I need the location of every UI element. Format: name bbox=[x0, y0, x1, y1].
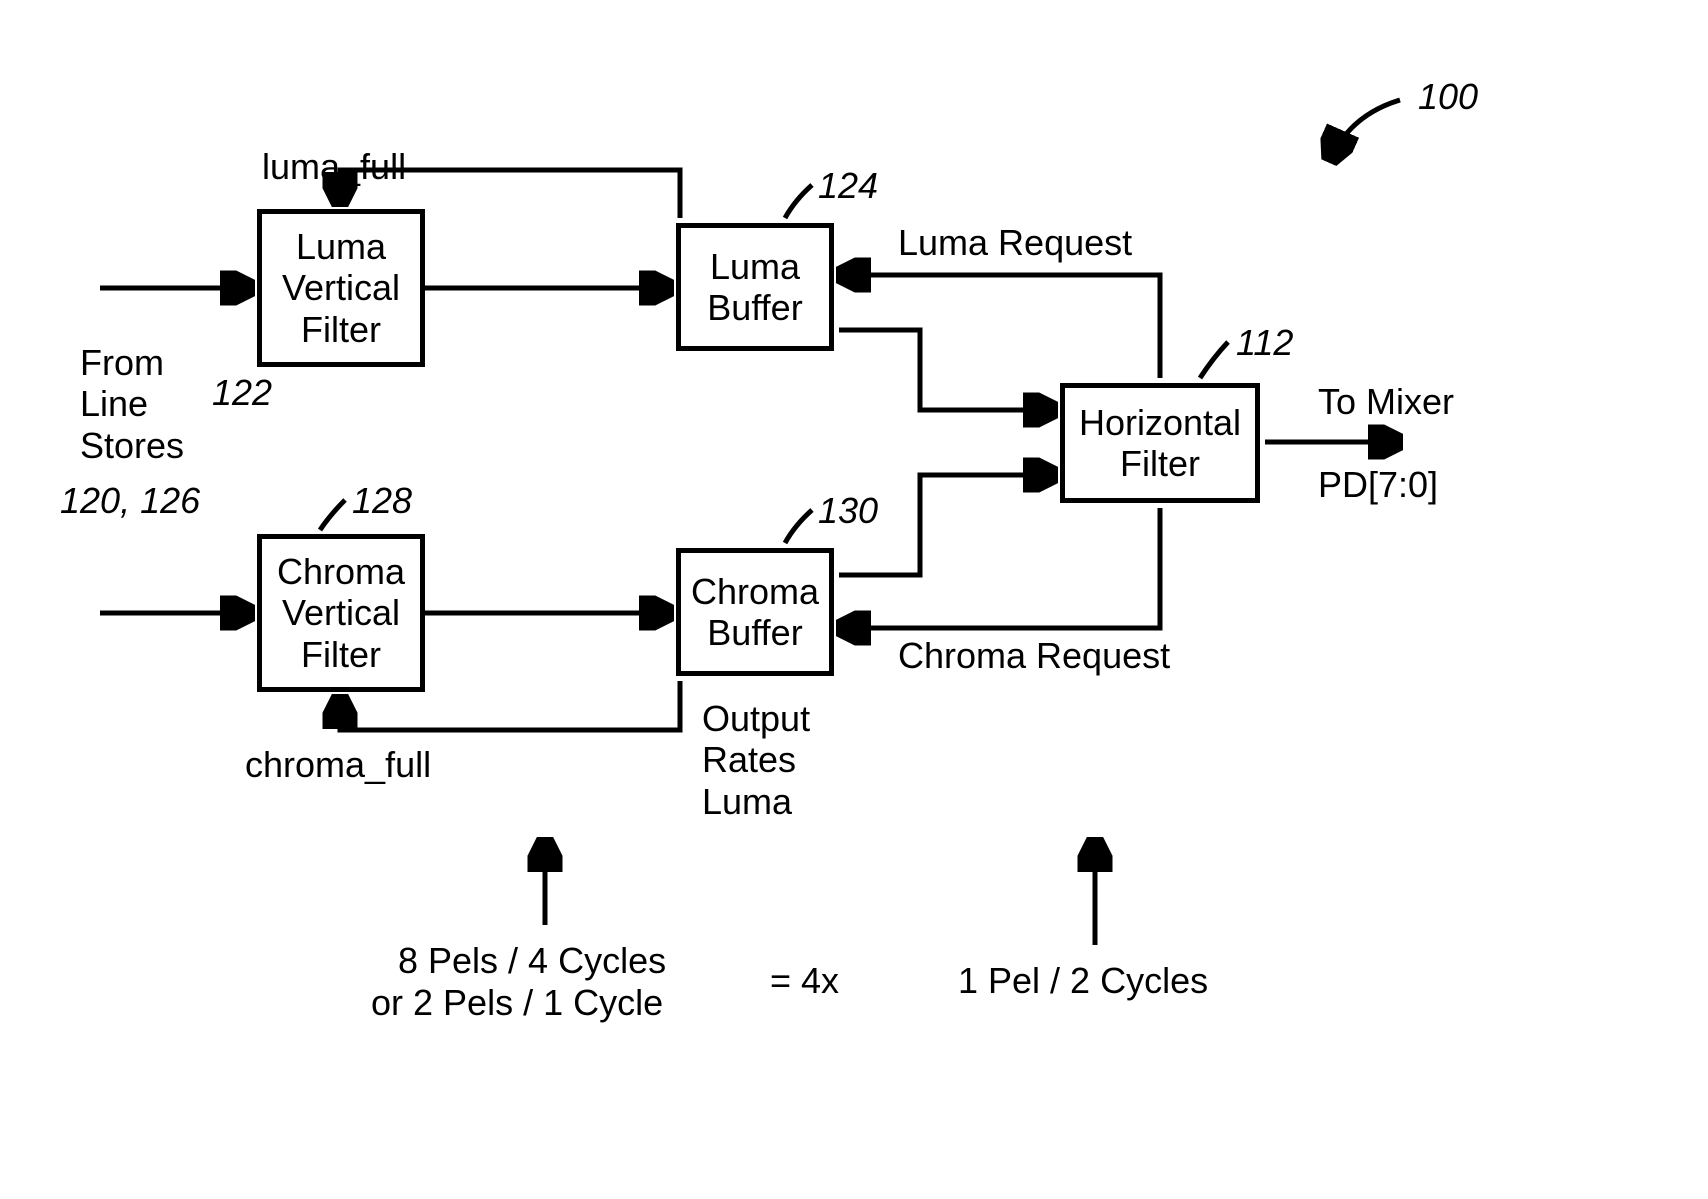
pd-label: PD[7:0] bbox=[1318, 464, 1438, 505]
input-refs: 120, 126 bbox=[60, 480, 200, 521]
chroma-full-label: chroma_full bbox=[245, 744, 431, 785]
horizontal-filter-label: Horizontal Filter bbox=[1079, 402, 1241, 485]
luma-buffer-label: Luma Buffer bbox=[707, 246, 802, 329]
luma-vertical-filter-box: Luma Vertical Filter bbox=[257, 209, 425, 367]
chroma-vertical-filter-label: Chroma Vertical Filter bbox=[277, 551, 405, 675]
output-rates-heading: Output Rates Luma bbox=[702, 698, 810, 822]
ref-128: 128 bbox=[352, 480, 412, 521]
diagram-canvas: 100 From Line Stores 120, 126 Luma Verti… bbox=[0, 0, 1708, 1199]
ref-124: 124 bbox=[818, 165, 878, 206]
luma-full-label: luma_full bbox=[262, 146, 406, 187]
ref-100: 100 bbox=[1418, 76, 1478, 117]
rate-right: 1 Pel / 2 Cycles bbox=[958, 960, 1208, 1001]
luma-vertical-filter-label: Luma Vertical Filter bbox=[282, 226, 400, 350]
luma-request-label: Luma Request bbox=[898, 222, 1132, 263]
chroma-request-label: Chroma Request bbox=[898, 635, 1170, 676]
to-mixer-label: To Mixer bbox=[1318, 381, 1454, 422]
chroma-buffer-box: Chroma Buffer bbox=[676, 548, 834, 676]
ref-122: 122 bbox=[212, 372, 272, 413]
rate-equals: = 4x bbox=[770, 960, 839, 1001]
ref-130: 130 bbox=[818, 490, 878, 531]
input-label: From Line Stores bbox=[80, 342, 184, 466]
ref-112: 112 bbox=[1236, 322, 1293, 363]
rate-left-1: 8 Pels / 4 Cycles bbox=[398, 940, 666, 981]
chroma-buffer-label: Chroma Buffer bbox=[691, 571, 819, 654]
rate-left-2: or 2 Pels / 1 Cycle bbox=[371, 982, 663, 1023]
horizontal-filter-box: Horizontal Filter bbox=[1060, 383, 1260, 503]
luma-buffer-box: Luma Buffer bbox=[676, 223, 834, 351]
chroma-vertical-filter-box: Chroma Vertical Filter bbox=[257, 534, 425, 692]
